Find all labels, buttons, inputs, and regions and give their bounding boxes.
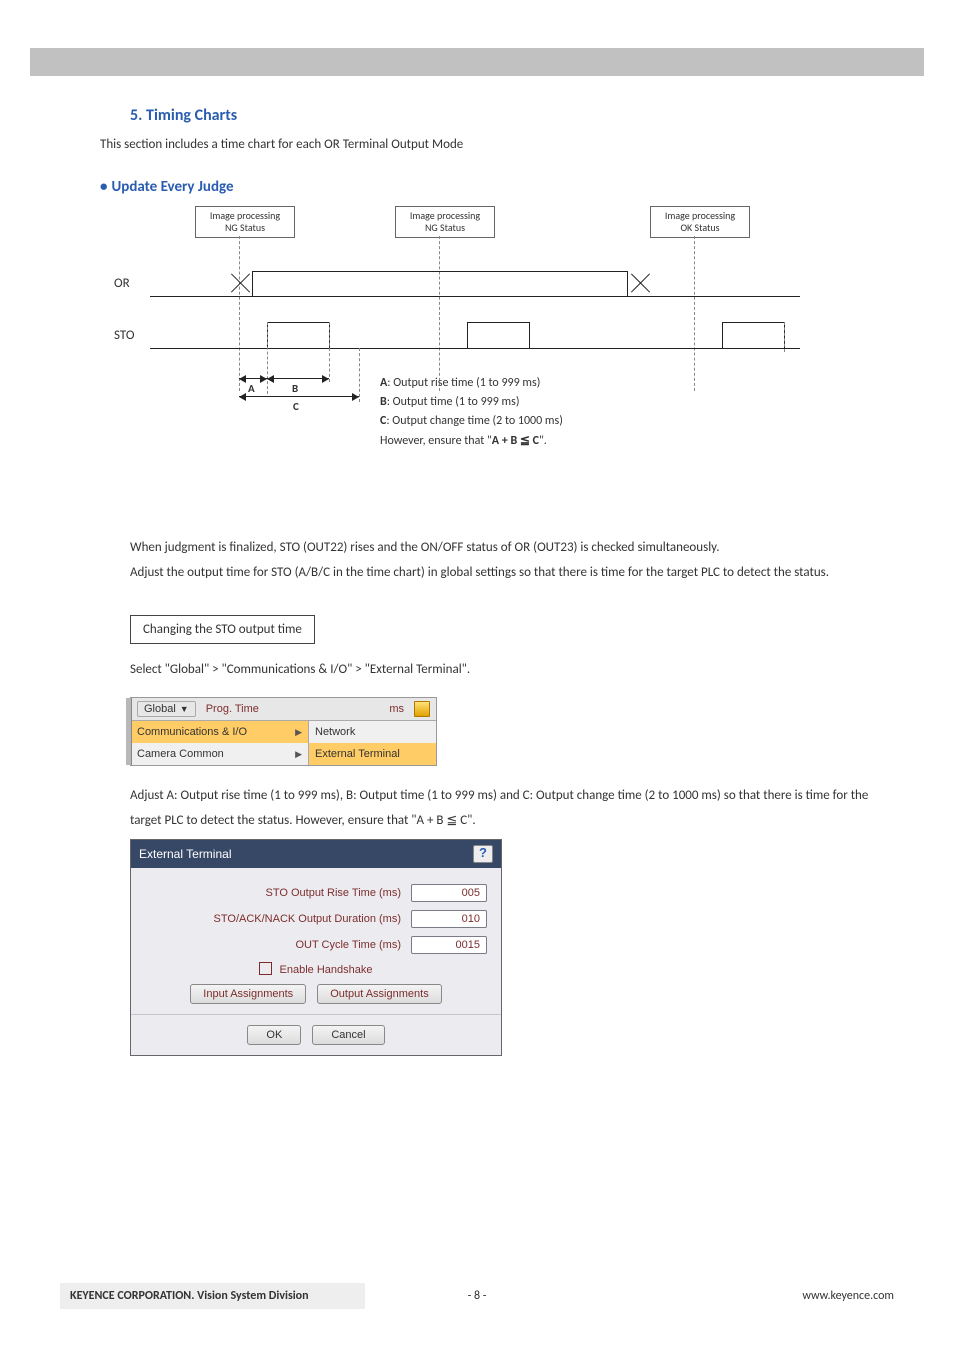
page-footer: KEYENCE CORPORATION. Vision System Divis… bbox=[60, 1283, 894, 1309]
diagram-box-2: Image processing NG Status bbox=[395, 206, 495, 238]
paragraphs: When judgment is finalized, STO (OUT22) … bbox=[130, 536, 874, 585]
menu-item-network[interactable]: Network bbox=[309, 721, 436, 743]
para-1: When judgment is finalized, STO (OUT22) … bbox=[130, 536, 874, 561]
out-cycle-input[interactable]: 0015 bbox=[411, 936, 487, 954]
menu-screenshot: Global ▼ Prog. Time ms Communications & … bbox=[130, 697, 437, 766]
menu-item-external-terminal[interactable]: External Terminal bbox=[309, 743, 436, 765]
chevron-right-icon: ▶ bbox=[295, 727, 302, 738]
timing-diagram: Image processing NG Status Image process… bbox=[120, 206, 820, 516]
ok-button[interactable]: OK bbox=[247, 1025, 301, 1045]
nav-instruction: Select "Global" > "Communications & I/O"… bbox=[130, 658, 874, 683]
sto-duration-input[interactable]: 010 bbox=[411, 910, 487, 928]
sto-label: STO bbox=[114, 328, 134, 343]
ms-label: ms bbox=[389, 703, 404, 715]
menu-item-camera-common[interactable]: Camera Common▶ bbox=[131, 743, 309, 765]
menu-item-comm-io[interactable]: Communications & I/O▶ bbox=[131, 721, 309, 743]
footer-page-number: - 8 - bbox=[468, 1289, 487, 1303]
or-label: OR bbox=[114, 276, 130, 291]
section-heading: 5. Timing Charts bbox=[130, 106, 874, 125]
sto-duration-label: STO/ACK/NACK Output Duration (ms) bbox=[145, 913, 401, 925]
input-assignments-button[interactable]: Input Assignments bbox=[190, 984, 306, 1004]
external-terminal-dialog: External Terminal ? STO Output Rise Time… bbox=[130, 839, 502, 1056]
section-intro: This section includes a time chart for e… bbox=[100, 137, 874, 152]
header-bar bbox=[30, 48, 924, 76]
cancel-button[interactable]: Cancel bbox=[312, 1025, 384, 1045]
diagram-notes: AA: Output rise time (1 to 999 ms): Outp… bbox=[380, 374, 563, 451]
para-2: Adjust the output time for STO (A/B/C in… bbox=[130, 561, 874, 586]
out-cycle-label: OUT Cycle Time (ms) bbox=[145, 939, 401, 951]
sto-rise-input[interactable]: 005 bbox=[411, 884, 487, 902]
lock-icon[interactable] bbox=[414, 701, 430, 717]
sto-rise-label: STO Output Rise Time (ms) bbox=[145, 887, 401, 899]
chevron-down-icon: ▼ bbox=[180, 704, 189, 714]
output-assignments-button[interactable]: Output Assignments bbox=[317, 984, 441, 1004]
step-box: Changing the STO output time bbox=[130, 615, 315, 644]
enable-handshake-label: Enable Handshake bbox=[280, 964, 373, 976]
adjust-paragraph: Adjust A: Output rise time (1 to 999 ms)… bbox=[130, 784, 874, 833]
diagram-box-3: Image processing OK Status bbox=[650, 206, 750, 238]
dialog-title: External Terminal bbox=[139, 847, 231, 861]
prog-time-label: Prog. Time bbox=[206, 703, 259, 715]
footer-url: www.keyence.com bbox=[802, 1289, 894, 1303]
subsection-heading: •Update Every Judge bbox=[100, 178, 874, 196]
enable-handshake-checkbox[interactable] bbox=[259, 962, 272, 975]
help-icon[interactable]: ? bbox=[473, 845, 493, 863]
global-button[interactable]: Global ▼ bbox=[137, 701, 196, 717]
chevron-right-icon: ▶ bbox=[295, 749, 302, 760]
footer-company: KEYENCE CORPORATION. Vision System Divis… bbox=[60, 1283, 365, 1309]
diagram-box-1: Image processing NG Status bbox=[195, 206, 295, 238]
